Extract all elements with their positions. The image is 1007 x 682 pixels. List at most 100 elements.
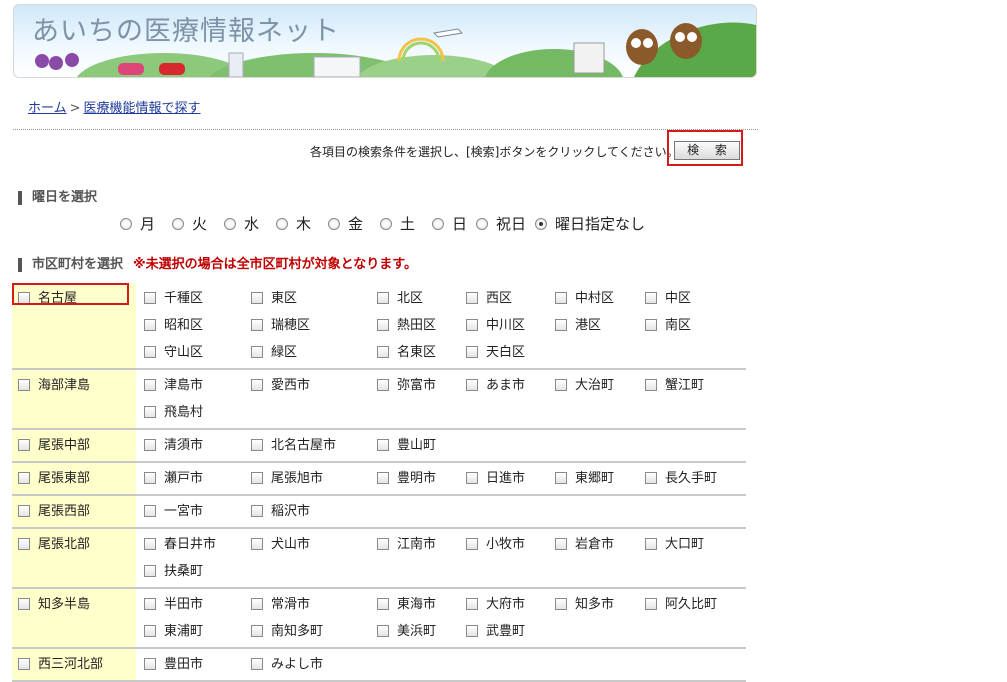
city-option[interactable]: 清須市 xyxy=(144,434,203,453)
city-option[interactable]: 東浦町 xyxy=(144,620,203,639)
city-option[interactable]: 東郷町 xyxy=(555,467,614,486)
city-option[interactable]: 中区 xyxy=(645,287,691,306)
city-checkbox[interactable] xyxy=(377,471,389,484)
city-checkbox[interactable] xyxy=(144,564,156,577)
city-checkbox[interactable] xyxy=(144,657,156,670)
city-checkbox[interactable] xyxy=(466,318,478,331)
weekday-option[interactable]: 金 xyxy=(328,213,363,234)
city-option[interactable]: 昭和区 xyxy=(144,314,203,333)
city-checkbox[interactable] xyxy=(466,537,478,550)
city-option[interactable]: 知多市 xyxy=(555,593,614,612)
weekday-radio[interactable] xyxy=(476,217,488,230)
city-checkbox[interactable] xyxy=(251,318,263,331)
weekday-option[interactable]: 日 xyxy=(432,213,467,234)
city-option[interactable]: 半田市 xyxy=(144,593,203,612)
weekday-option[interactable]: 曜日指定なし xyxy=(535,213,645,234)
weekday-option[interactable]: 月 xyxy=(120,213,155,234)
region-checkbox[interactable] xyxy=(18,438,30,451)
city-checkbox[interactable] xyxy=(377,318,389,331)
city-option[interactable]: 愛西市 xyxy=(251,374,310,393)
city-checkbox[interactable] xyxy=(144,438,156,451)
city-option[interactable]: 中川区 xyxy=(466,314,525,333)
city-option[interactable]: 岩倉市 xyxy=(555,533,614,552)
city-checkbox[interactable] xyxy=(144,504,156,517)
city-checkbox[interactable] xyxy=(251,504,263,517)
city-checkbox[interactable] xyxy=(645,378,657,391)
city-checkbox[interactable] xyxy=(555,537,567,550)
city-option[interactable]: 小牧市 xyxy=(466,533,525,552)
city-checkbox[interactable] xyxy=(466,378,478,391)
city-checkbox[interactable] xyxy=(555,597,567,610)
region-checkbox[interactable] xyxy=(18,504,30,517)
city-checkbox[interactable] xyxy=(555,291,567,304)
city-checkbox[interactable] xyxy=(466,471,478,484)
weekday-option[interactable]: 土 xyxy=(380,213,415,234)
city-checkbox[interactable] xyxy=(466,624,478,637)
city-option[interactable]: 西区 xyxy=(466,287,512,306)
region-checkbox[interactable] xyxy=(18,537,30,550)
city-option[interactable]: 弥富市 xyxy=(377,374,436,393)
city-checkbox[interactable] xyxy=(251,537,263,550)
city-checkbox[interactable] xyxy=(377,624,389,637)
weekday-option[interactable]: 水 xyxy=(224,213,259,234)
city-checkbox[interactable] xyxy=(377,378,389,391)
city-checkbox[interactable] xyxy=(144,624,156,637)
city-checkbox[interactable] xyxy=(251,345,263,358)
city-checkbox[interactable] xyxy=(645,597,657,610)
city-option[interactable]: 千種区 xyxy=(144,287,203,306)
city-option[interactable]: 阿久比町 xyxy=(645,593,717,612)
city-option[interactable]: 中村区 xyxy=(555,287,614,306)
weekday-radio[interactable] xyxy=(432,217,444,230)
city-checkbox[interactable] xyxy=(144,471,156,484)
region-option[interactable]: 西三河北部 xyxy=(18,653,103,672)
weekday-radio[interactable] xyxy=(172,217,184,230)
city-checkbox[interactable] xyxy=(144,378,156,391)
city-option[interactable]: 江南市 xyxy=(377,533,436,552)
region-option[interactable]: 尾張東部 xyxy=(18,467,90,486)
region-option[interactable]: 尾張西部 xyxy=(18,500,90,519)
city-checkbox[interactable] xyxy=(466,345,478,358)
city-option[interactable]: 豊田市 xyxy=(144,653,203,672)
city-option[interactable]: 扶桑町 xyxy=(144,560,203,579)
city-checkbox[interactable] xyxy=(377,597,389,610)
city-option[interactable]: 東海市 xyxy=(377,593,436,612)
region-option[interactable]: 海部津島 xyxy=(18,374,90,393)
region-option[interactable]: 尾張北部 xyxy=(18,533,90,552)
city-option[interactable]: 尾張旭市 xyxy=(251,467,323,486)
city-option[interactable]: 大治町 xyxy=(555,374,614,393)
city-checkbox[interactable] xyxy=(645,291,657,304)
city-option[interactable]: あま市 xyxy=(466,374,525,393)
city-option[interactable]: 港区 xyxy=(555,314,601,333)
city-option[interactable]: 南区 xyxy=(645,314,691,333)
weekday-radio[interactable] xyxy=(328,217,340,230)
city-option[interactable]: 北区 xyxy=(377,287,423,306)
city-checkbox[interactable] xyxy=(144,405,156,418)
city-checkbox[interactable] xyxy=(645,471,657,484)
city-option[interactable]: 大口町 xyxy=(645,533,704,552)
city-checkbox[interactable] xyxy=(144,318,156,331)
city-option[interactable]: 武豊町 xyxy=(466,620,525,639)
city-option[interactable]: 瀬戸市 xyxy=(144,467,203,486)
weekday-option[interactable]: 祝日 xyxy=(476,213,526,234)
city-option[interactable]: 一宮市 xyxy=(144,500,203,519)
city-option[interactable]: 東区 xyxy=(251,287,297,306)
city-option[interactable]: みよし市 xyxy=(251,653,323,672)
city-checkbox[interactable] xyxy=(251,597,263,610)
city-option[interactable]: 美浜町 xyxy=(377,620,436,639)
city-checkbox[interactable] xyxy=(251,471,263,484)
city-checkbox[interactable] xyxy=(466,597,478,610)
city-option[interactable]: 天白区 xyxy=(466,341,525,360)
region-checkbox[interactable] xyxy=(18,657,30,670)
city-option[interactable]: 長久手町 xyxy=(645,467,717,486)
region-checkbox[interactable] xyxy=(18,471,30,484)
city-checkbox[interactable] xyxy=(144,537,156,550)
city-checkbox[interactable] xyxy=(144,345,156,358)
city-option[interactable]: 豊明市 xyxy=(377,467,436,486)
city-checkbox[interactable] xyxy=(251,657,263,670)
city-option[interactable]: 春日井市 xyxy=(144,533,216,552)
region-option[interactable]: 尾張中部 xyxy=(18,434,90,453)
city-option[interactable]: 稲沢市 xyxy=(251,500,310,519)
breadcrumb-current-link[interactable]: 医療機能情報で探す xyxy=(84,101,201,116)
city-option[interactable]: 津島市 xyxy=(144,374,203,393)
city-checkbox[interactable] xyxy=(645,318,657,331)
